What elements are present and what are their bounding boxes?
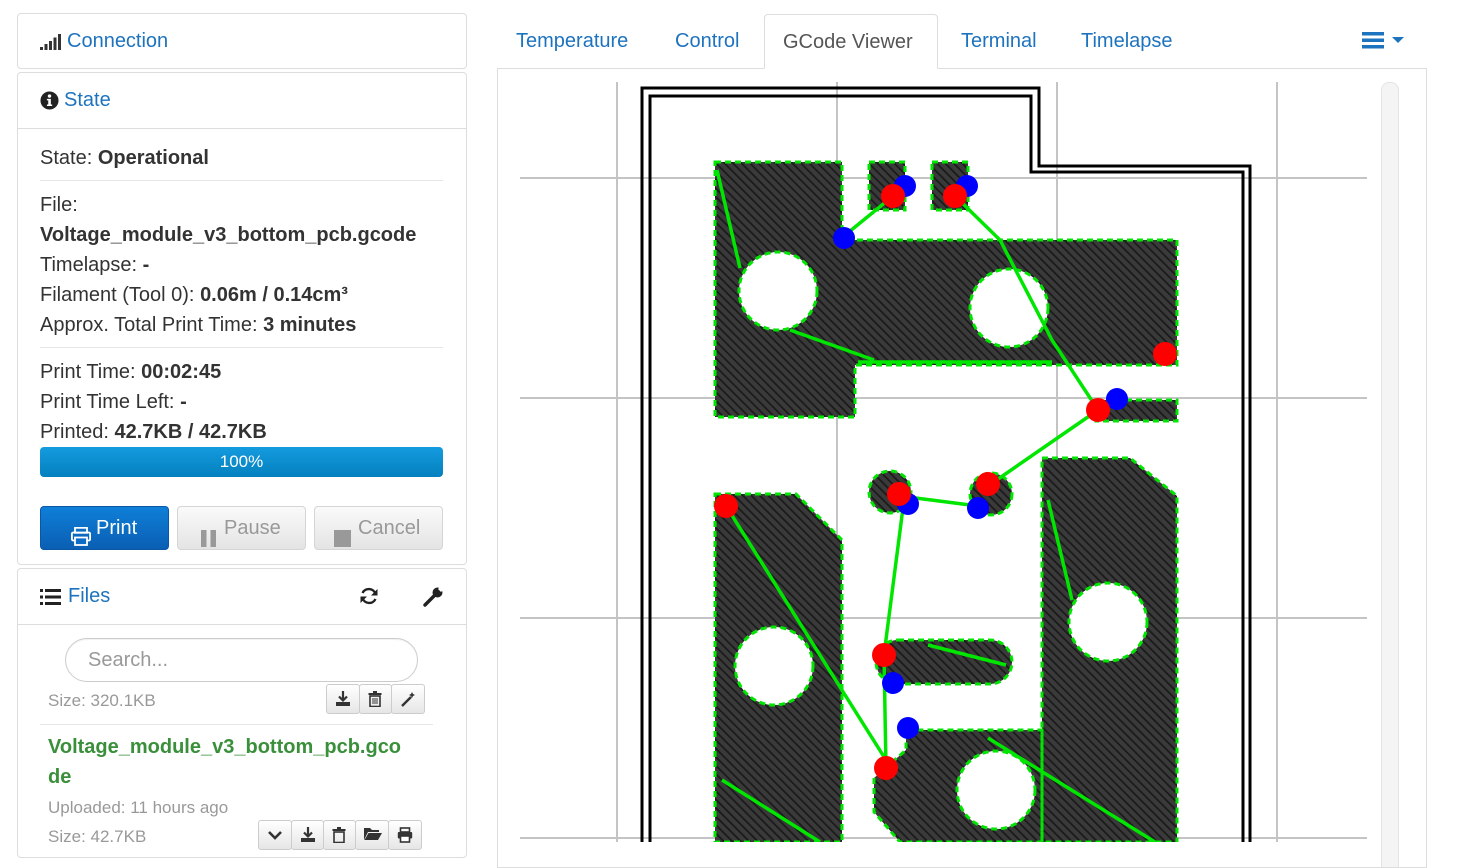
tab-control[interactable]: Control xyxy=(657,14,757,69)
printer-icon xyxy=(397,827,413,843)
load-and-print-button[interactable] xyxy=(388,820,422,850)
state-value: Operational xyxy=(97,147,209,169)
pause-icon xyxy=(201,520,217,562)
folder-open-icon xyxy=(364,828,382,840)
file-size: Size: 320.1KB xyxy=(48,691,156,710)
file-uploaded: Uploaded: 11 hours ago xyxy=(48,798,229,817)
trash-icon xyxy=(368,691,382,707)
expand-button[interactable] xyxy=(258,820,292,850)
progress-text: 100% xyxy=(219,452,264,471)
hamburger-menu-icon[interactable] xyxy=(1362,32,1406,55)
printed-value: 42.7KB / 42.7KB xyxy=(114,421,267,443)
timelapse-value: - xyxy=(142,254,150,276)
trash-icon xyxy=(332,827,346,843)
download-icon xyxy=(336,691,350,706)
download-icon xyxy=(301,827,315,842)
file-size: Size: 42.7KB xyxy=(48,827,147,846)
tab-gcode-viewer[interactable]: GCode Viewer xyxy=(764,14,938,69)
tab-timelapse[interactable]: Timelapse xyxy=(1063,14,1191,69)
tab-label: Terminal xyxy=(961,30,1037,52)
state-panel: State State: Operational File: Voltage_m… xyxy=(17,72,467,565)
file-name[interactable]: Voltage_module_v3_bottom_pcb.gco de xyxy=(48,732,401,792)
print-time-label: Print Time: xyxy=(40,361,142,383)
wrench-icon[interactable] xyxy=(423,585,445,613)
file-name-line: de xyxy=(48,766,72,788)
tab-terminal[interactable]: Terminal xyxy=(943,14,1055,69)
state-row: State: Operational xyxy=(40,143,209,173)
divider xyxy=(40,724,433,725)
chevron-down-icon xyxy=(268,831,282,840)
magic-wand-icon xyxy=(401,692,415,707)
approx-time-row: Approx. Total Print Time: 3 minutes xyxy=(40,310,356,340)
print-time-left-value: - xyxy=(180,391,187,413)
search-placeholder: Search... xyxy=(88,649,169,671)
signal-bars-icon xyxy=(40,33,62,56)
layer-slider[interactable] xyxy=(1381,82,1399,867)
download-button[interactable] xyxy=(291,820,324,850)
file-value: Voltage_module_v3_bottom_pcb.gcode xyxy=(40,220,416,250)
print-time-value: 00:02:45 xyxy=(141,361,222,383)
pause-button-label: Pause xyxy=(224,517,281,539)
printed-row: Printed: 42.7KB / 42.7KB xyxy=(40,417,267,447)
print-button-label: Print xyxy=(96,517,138,539)
files-title[interactable]: Files xyxy=(68,569,110,623)
file-name-line: Voltage_module_v3_bottom_pcb.gco xyxy=(48,736,402,758)
pause-button[interactable]: Pause xyxy=(177,506,306,550)
files-panel: Files Search... Size: 320.1KB Voltage_mo… xyxy=(17,568,467,858)
approx-time-value: 3 minutes xyxy=(263,314,357,336)
tab-label: Temperature xyxy=(516,30,629,52)
print-time-left-row: Print Time Left: - xyxy=(40,387,187,417)
print-time-left-label: Print Time Left: xyxy=(40,391,181,413)
refresh-icon[interactable] xyxy=(359,586,379,612)
progress-bar: 100% xyxy=(40,447,443,477)
connection-panel: Connection xyxy=(17,13,467,69)
connection-title: Connection xyxy=(67,30,169,52)
divider xyxy=(40,347,443,348)
tab-label: Timelapse xyxy=(1081,30,1173,52)
print-button[interactable]: Print xyxy=(40,506,169,550)
tab-temperature[interactable]: Temperature xyxy=(498,14,646,69)
divider xyxy=(40,180,443,181)
file-name: Voltage_module_v3_bottom_pcb.gcode xyxy=(40,224,417,246)
print-time-row: Print Time: 00:02:45 xyxy=(40,357,221,387)
gcode-canvas[interactable] xyxy=(497,68,1367,842)
files-header: Files xyxy=(18,569,466,625)
tab-label: GCode Viewer xyxy=(783,31,913,53)
state-header[interactable]: State xyxy=(18,73,466,129)
state-title: State xyxy=(64,89,111,111)
printed-label: Printed: xyxy=(40,421,115,443)
tab-label: Control xyxy=(675,30,740,52)
list-icon xyxy=(40,588,61,611)
timelapse-row: Timelapse: - xyxy=(40,250,149,280)
cancel-button[interactable]: Cancel xyxy=(314,506,443,550)
slice-button[interactable] xyxy=(391,684,425,714)
approx-time-label: Approx. Total Print Time: xyxy=(40,314,264,336)
delete-button[interactable] xyxy=(323,820,356,850)
progress-fill: 100% xyxy=(40,447,443,477)
list-item[interactable]: Size: 320.1KB xyxy=(40,684,433,724)
filament-value: 0.06m / 0.14cm³ xyxy=(200,284,348,306)
list-item[interactable]: Voltage_module_v3_bottom_pcb.gco de Uplo… xyxy=(40,732,433,857)
filament-label: Filament (Tool 0): xyxy=(40,284,201,306)
load-button[interactable] xyxy=(355,820,389,850)
cancel-button-label: Cancel xyxy=(358,517,421,539)
stop-icon xyxy=(334,520,351,562)
state-label: State: xyxy=(40,147,98,169)
search-input[interactable]: Search... xyxy=(65,638,418,682)
download-button[interactable] xyxy=(326,684,360,714)
filament-row: Filament (Tool 0): 0.06m / 0.14cm³ xyxy=(40,280,348,310)
timelapse-label: Timelapse: xyxy=(40,254,143,276)
delete-button[interactable] xyxy=(359,684,392,714)
printer-icon xyxy=(70,519,92,561)
info-circle-icon xyxy=(40,91,59,116)
file-label: File: xyxy=(40,194,78,216)
